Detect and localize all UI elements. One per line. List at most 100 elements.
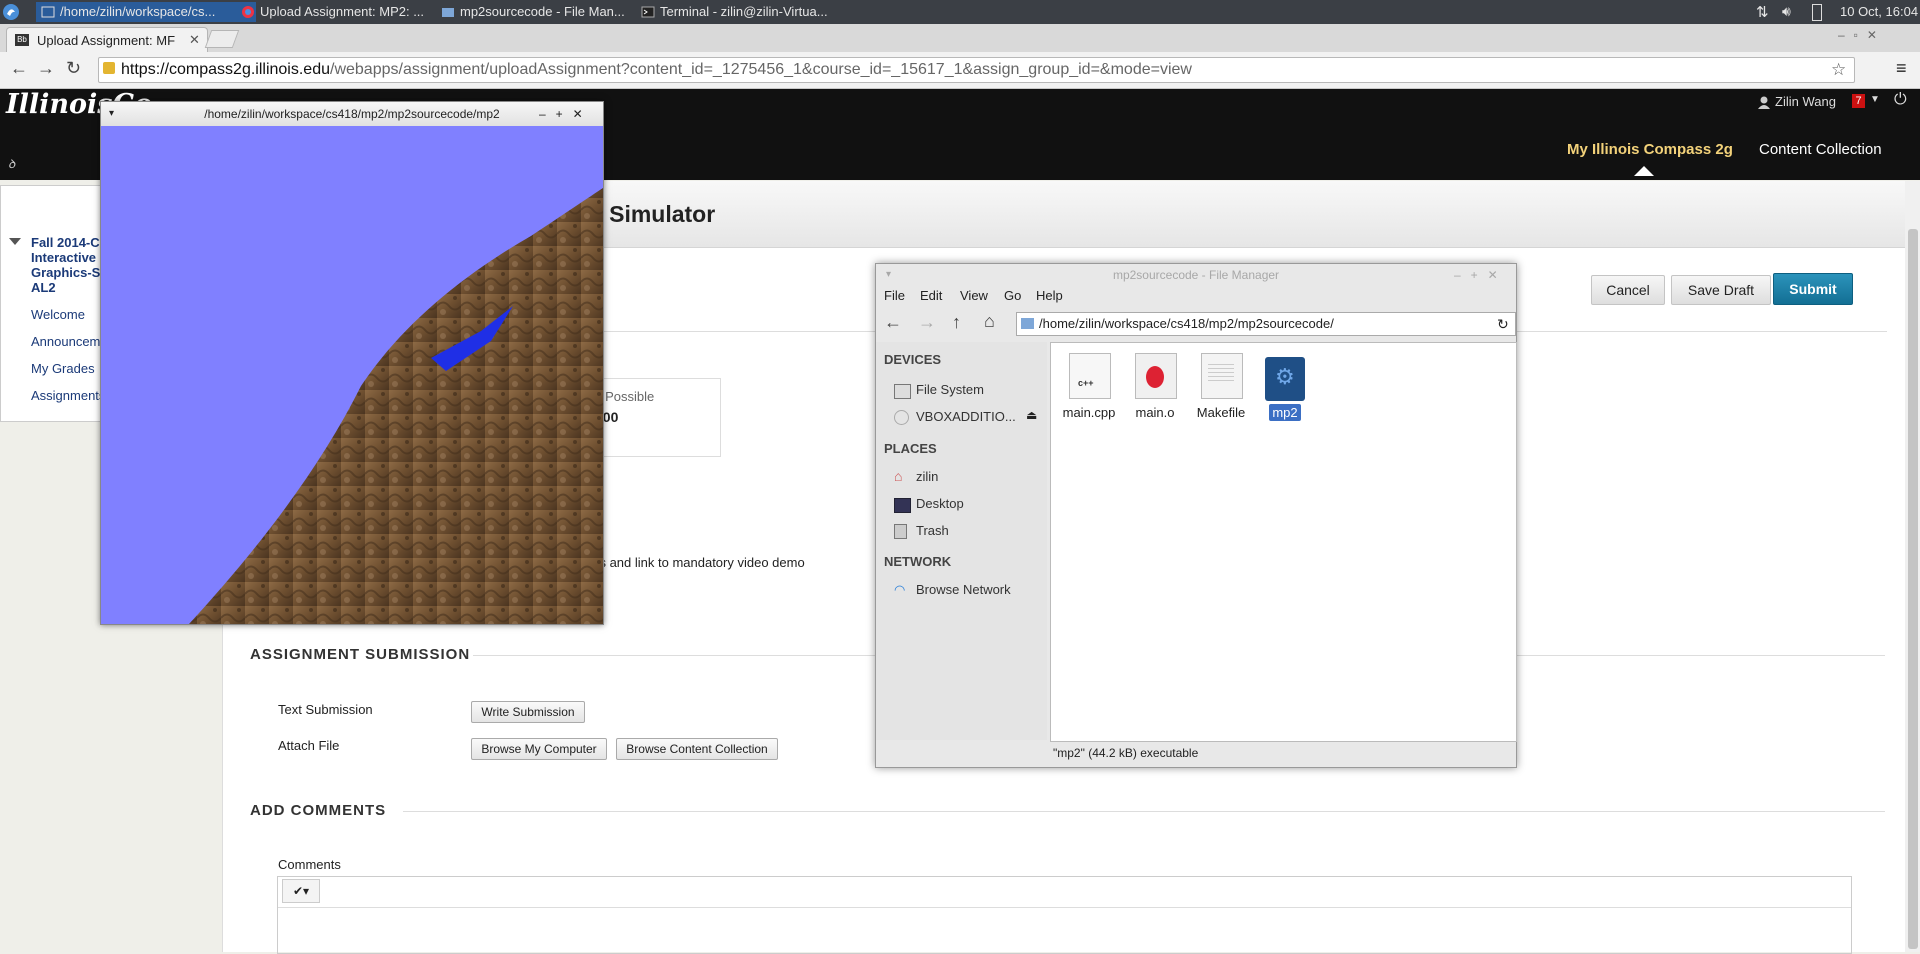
reload-icon[interactable]: ↻ <box>66 58 81 79</box>
back-icon[interactable]: ← <box>884 312 902 333</box>
desktop-icon <box>894 498 911 513</box>
power-icon[interactable]: ⏻ <box>1894 91 1907 109</box>
attach-file-label: Attach File <box>278 738 340 753</box>
editor-toolbar-divider <box>278 907 1851 908</box>
add-comments-heading: ADD COMMENTS <box>250 802 387 819</box>
course-title[interactable]: Fall 2014-C Interactive C Graphics-Se AL… <box>31 235 109 295</box>
text-submission-label: Text Submission <box>278 702 373 717</box>
back-icon[interactable]: ← <box>10 58 28 79</box>
clock[interactable]: 10 Oct, 16:04 <box>1840 4 1918 19</box>
eject-icon[interactable]: ⏏ <box>1026 408 1037 422</box>
fm-status-bar: "mp2" (44.2 kB) executable <box>1050 742 1515 764</box>
fm-titlebar[interactable]: ▾ mp2sourcecode - File Manager –+✕ <box>876 264 1516 286</box>
cpp-file-icon[interactable]: c++ <box>1069 353 1111 399</box>
chrome-icon <box>241 5 255 19</box>
close-tab-icon[interactable]: ✕ <box>189 32 200 48</box>
link-icon[interactable]: ꝺ <box>8 155 15 172</box>
menu-item-assignments[interactable]: Assignments <box>31 388 105 403</box>
sidebar-item-zilin[interactable]: zilin <box>916 469 938 484</box>
chevron-down-icon[interactable]: ▼ <box>1870 94 1880 105</box>
task-file-manager[interactable]: mp2sourcecode - File Man... <box>436 2 656 22</box>
browser-menu-icon[interactable]: ≡ <box>1896 58 1907 79</box>
save-draft-button[interactable]: Save Draft <box>1671 275 1771 305</box>
instructions-text: ons and link to mandatory video demo <box>585 555 805 570</box>
battery-icon[interactable] <box>1812 4 1822 21</box>
browse-my-computer-button[interactable]: Browse My Computer <box>471 738 607 760</box>
fm-sidebar: DEVICES File System VBOXADDITIO... ⏏ PLA… <box>876 342 1047 740</box>
divider <box>403 811 1885 812</box>
page-scrollbar[interactable] <box>1905 181 1920 952</box>
comments-editor[interactable]: ✔▾ <box>277 876 1852 954</box>
collapse-triangle-icon[interactable] <box>9 238 21 245</box>
disc-icon <box>894 410 909 425</box>
menu-edit[interactable]: Edit <box>920 288 942 303</box>
new-tab-button[interactable] <box>204 30 240 48</box>
task-gl-window[interactable]: /home/zilin/workspace/cs... <box>36 2 256 22</box>
window-menu-icon[interactable]: ▾ <box>886 264 891 286</box>
menu-item-announcements[interactable]: Announcem <box>31 334 100 349</box>
window-controls[interactable]: –+✕ <box>539 102 593 126</box>
task-terminal[interactable]: Terminal - zilin@zilin-Virtua... <box>636 2 870 22</box>
sidebar-item-desktop[interactable]: Desktop <box>916 496 964 511</box>
blackboard-favicon: Bb <box>15 34 29 46</box>
hard-drive-icon <box>894 384 911 399</box>
file-makefile[interactable]: Makefile <box>1186 405 1256 420</box>
forward-icon[interactable]: → <box>918 312 936 333</box>
up-icon[interactable]: ↑ <box>952 312 961 333</box>
gl-window-titlebar[interactable]: ▾ /home/zilin/workspace/cs418/mp2/mp2sou… <box>101 102 603 126</box>
notification-badge[interactable]: 7 <box>1852 94 1865 108</box>
file-mp2[interactable]: mp2 <box>1250 404 1320 421</box>
menu-go[interactable]: Go <box>1004 288 1021 303</box>
fm-file-view[interactable]: c++ main.cpp main.o Makefile ⚙ mp2 <box>1050 342 1517 742</box>
file-manager-window[interactable]: ▾ mp2sourcecode - File Manager –+✕ File … <box>875 263 1517 768</box>
sidebar-item-file-system[interactable]: File System <box>916 382 984 397</box>
address-bar[interactable]: https://compass2g.illinois.edu/webapps/a… <box>98 57 1855 83</box>
submit-button[interactable]: Submit <box>1773 273 1853 305</box>
wifi-icon: ◠ <box>894 582 906 597</box>
volume-icon[interactable]: 🔊︎ <box>1782 3 1791 20</box>
menu-item-welcome[interactable]: Welcome <box>31 307 85 322</box>
spellcheck-icon[interactable]: ✔▾ <box>282 879 320 903</box>
file-main-o[interactable]: main.o <box>1120 405 1190 420</box>
window-icon <box>41 5 55 19</box>
opengl-window[interactable]: ▾ /home/zilin/workspace/cs418/mp2/mp2sou… <box>100 101 604 625</box>
window-menu-icon[interactable]: ▾ <box>109 102 114 126</box>
scrollbar-thumb[interactable] <box>1908 229 1918 949</box>
browser-tab[interactable]: Bb Upload Assignment: MF ✕ <box>6 27 208 53</box>
text-file-icon[interactable] <box>1201 353 1243 399</box>
forward-icon[interactable]: → <box>37 58 55 79</box>
nav-content-collection[interactable]: Content Collection <box>1759 141 1882 158</box>
app-menu-icon[interactable] <box>2 3 20 21</box>
menu-file[interactable]: File <box>884 288 905 303</box>
user-name[interactable]: Zilin Wang <box>1775 94 1836 109</box>
sidebar-item-browse-network[interactable]: Browse Network <box>916 582 1011 597</box>
folder-icon <box>1021 318 1034 329</box>
sidebar-item-trash[interactable]: Trash <box>916 523 949 538</box>
window-controls[interactable]: –+✕ <box>1454 264 1508 286</box>
reload-icon[interactable]: ↻ <box>1497 313 1509 335</box>
nav-my-compass[interactable]: My Illinois Compass 2g <box>1567 141 1733 158</box>
cancel-button[interactable]: Cancel <box>1591 275 1665 305</box>
comments-label: Comments <box>278 857 341 872</box>
executable-gear-icon[interactable]: ⚙ <box>1265 357 1305 401</box>
write-submission-button[interactable]: Write Submission <box>471 701 585 723</box>
menu-view[interactable]: View <box>960 288 988 303</box>
menu-help[interactable]: Help <box>1036 288 1063 303</box>
trash-icon <box>894 524 907 539</box>
menu-item-my-grades[interactable]: My Grades <box>31 361 95 376</box>
terminal-icon <box>641 5 655 19</box>
assignment-submission-heading: ASSIGNMENT SUBMISSION <box>250 646 471 663</box>
home-icon[interactable]: ⌂ <box>984 311 995 332</box>
task-browser[interactable]: Upload Assignment: MP2: ... <box>236 2 456 22</box>
gl-canvas[interactable] <box>101 126 603 624</box>
browse-content-collection-button[interactable]: Browse Content Collection <box>616 738 778 760</box>
file-main-cpp[interactable]: main.cpp <box>1054 405 1124 420</box>
user-icon <box>1758 96 1770 109</box>
browser-tab-bar: Bb Upload Assignment: MF ✕ –▫✕ <box>0 24 1920 53</box>
folder-icon <box>441 5 455 19</box>
bookmark-star-icon[interactable]: ☆ <box>1831 58 1846 82</box>
sidebar-item-vbox[interactable]: VBOXADDITIO... <box>916 409 1016 424</box>
object-file-icon[interactable] <box>1135 353 1177 399</box>
location-bar[interactable]: /home/zilin/workspace/cs418/mp2/mp2sourc… <box>1016 312 1516 336</box>
network-icon[interactable]: ⇅ <box>1756 3 1769 21</box>
